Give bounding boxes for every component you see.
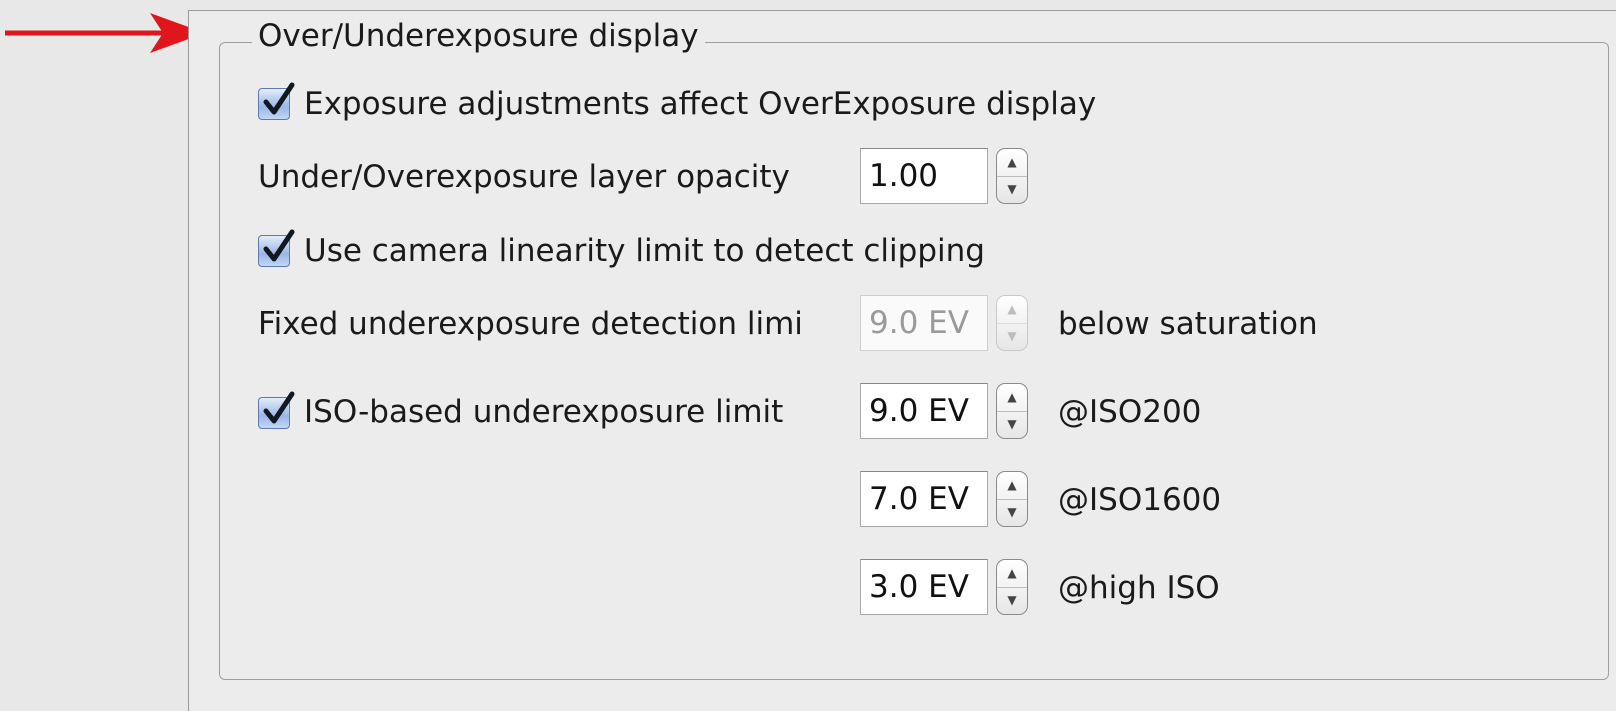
iso1600-stepper[interactable]: ▲ ▼ — [996, 471, 1028, 527]
red-arrow-annotation-icon — [5, 13, 205, 53]
stepper-up-icon[interactable]: ▲ — [997, 472, 1027, 500]
iso-limit-label: ISO-based underexposure limit — [304, 394, 784, 430]
stepper-up-icon[interactable]: ▲ — [997, 149, 1027, 177]
iso1600-suffix: @ISO1600 — [1058, 482, 1222, 518]
iso200-field[interactable]: 9.0 EV — [860, 383, 988, 439]
fixed-limit-label: Fixed underexposure detection limi — [258, 306, 803, 342]
exposure-adjust-label: Exposure adjustments affect OverExposure… — [304, 86, 1097, 122]
linearity-checkbox[interactable] — [258, 229, 295, 267]
exposure-adjust-checkbox[interactable] — [258, 82, 295, 120]
stepper-up-icon[interactable]: ▲ — [997, 296, 1027, 324]
checkmark-icon — [263, 229, 295, 262]
fixed-limit-suffix: below saturation — [1058, 306, 1318, 342]
checkmark-icon — [263, 391, 295, 424]
high-iso-suffix: @high ISO — [1058, 570, 1220, 606]
high-iso-field[interactable]: 3.0 EV — [860, 559, 988, 615]
fixed-limit-stepper[interactable]: ▲ ▼ — [996, 295, 1028, 351]
stepper-down-icon[interactable]: ▼ — [997, 176, 1027, 203]
iso200-suffix: @ISO200 — [1058, 394, 1202, 430]
stepper-up-icon[interactable]: ▲ — [997, 560, 1027, 588]
stepper-down-icon[interactable]: ▼ — [997, 499, 1027, 526]
group-title: Over/Underexposure display — [252, 16, 705, 56]
opacity-field[interactable]: 1.00 — [860, 148, 988, 204]
iso-limit-checkbox[interactable] — [258, 391, 295, 429]
stepper-down-icon[interactable]: ▼ — [997, 411, 1027, 438]
opacity-label: Under/Overexposure layer opacity — [258, 159, 790, 195]
opacity-stepper[interactable]: ▲ ▼ — [996, 148, 1028, 204]
iso200-stepper[interactable]: ▲ ▼ — [996, 383, 1028, 439]
stepper-up-icon[interactable]: ▲ — [997, 384, 1027, 412]
stepper-down-icon[interactable]: ▼ — [997, 587, 1027, 614]
fixed-limit-field[interactable]: 9.0 EV — [860, 295, 988, 351]
linearity-label: Use camera linearity limit to detect cli… — [304, 233, 985, 269]
stepper-down-icon[interactable]: ▼ — [997, 323, 1027, 350]
checkmark-icon — [263, 82, 295, 115]
iso1600-field[interactable]: 7.0 EV — [860, 471, 988, 527]
high-iso-stepper[interactable]: ▲ ▼ — [996, 559, 1028, 615]
